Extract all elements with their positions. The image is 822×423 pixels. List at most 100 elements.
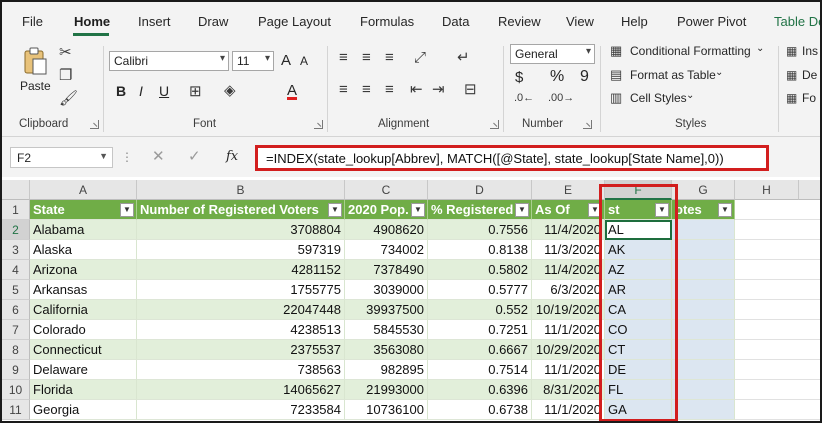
cell-notes[interactable]: [672, 280, 735, 300]
format-painter-icon[interactable]: 🖌: [59, 91, 78, 107]
cell-as-of[interactable]: 11/1/2020: [532, 320, 605, 340]
cell-empty[interactable]: [735, 320, 820, 340]
cell-state[interactable]: Connecticut: [30, 340, 137, 360]
cell-registered-voters[interactable]: 22047448: [137, 300, 345, 320]
cell-population[interactable]: 3563080: [345, 340, 428, 360]
cell-as-of[interactable]: 8/31/2020: [532, 380, 605, 400]
cell-empty[interactable]: [735, 400, 820, 420]
column-header-h[interactable]: H: [735, 180, 799, 200]
column-header-e[interactable]: E: [532, 180, 605, 200]
tab-home[interactable]: Home: [74, 14, 110, 29]
conditional-formatting-button[interactable]: Conditional Formatting: [630, 44, 751, 58]
table-header-as-of[interactable]: As Of ▼: [532, 200, 605, 220]
row-header[interactable]: 10: [2, 380, 30, 400]
align-right-icon[interactable]: ≡: [385, 82, 394, 98]
cell-notes[interactable]: [672, 260, 735, 280]
cell-population[interactable]: 5845530: [345, 320, 428, 340]
cancel-icon[interactable]: ✕: [152, 149, 165, 165]
row-header[interactable]: 2: [2, 220, 30, 240]
row-header[interactable]: 8: [2, 340, 30, 360]
cell-as-of[interactable]: 11/1/2020: [532, 360, 605, 380]
cell-registered-voters[interactable]: 4238513: [137, 320, 345, 340]
currency-format-button[interactable]: $: [515, 69, 523, 86]
cell-percent-registered[interactable]: 0.6396: [428, 380, 532, 400]
cell-state[interactable]: Delaware: [30, 360, 137, 380]
paste-icon[interactable]: [22, 46, 48, 78]
cell-percent-registered[interactable]: 0.552: [428, 300, 532, 320]
cell-as-of[interactable]: 11/3/2020: [532, 240, 605, 260]
tab-file[interactable]: File: [22, 14, 43, 29]
cell-percent-registered[interactable]: 0.7556: [428, 220, 532, 240]
cell-percent-registered[interactable]: 0.7514: [428, 360, 532, 380]
align-left-icon[interactable]: ≡: [339, 82, 348, 98]
cell-notes[interactable]: [672, 360, 735, 380]
row-header[interactable]: 3: [2, 240, 30, 260]
format-cells-button[interactable]: Fo: [802, 91, 816, 105]
column-header-c[interactable]: C: [345, 180, 428, 200]
decrease-decimal-icon[interactable]: .00→: [548, 90, 574, 106]
select-all-corner[interactable]: [2, 180, 30, 200]
underline-button[interactable]: U: [159, 83, 169, 99]
row-header[interactable]: 5: [2, 280, 30, 300]
column-header-b[interactable]: B: [137, 180, 345, 200]
row-header[interactable]: 6: [2, 300, 30, 320]
align-middle-icon[interactable]: ≡: [362, 50, 371, 66]
cell-percent-registered[interactable]: 0.5777: [428, 280, 532, 300]
tab-draw[interactable]: Draw: [198, 14, 228, 29]
tab-page-layout[interactable]: Page Layout: [258, 14, 331, 29]
cell-registered-voters[interactable]: 1755775: [137, 280, 345, 300]
cell-as-of[interactable]: 10/19/2020: [532, 300, 605, 320]
cell-notes[interactable]: [672, 240, 735, 260]
cell-registered-voters[interactable]: 2375537: [137, 340, 345, 360]
fill-color-icon[interactable]: ◈: [224, 83, 236, 99]
cell-population[interactable]: 7378490: [345, 260, 428, 280]
cell-percent-registered[interactable]: 0.8138: [428, 240, 532, 260]
increase-indent-icon[interactable]: ⇥: [432, 82, 445, 98]
font-launcher-icon[interactable]: [314, 120, 323, 129]
cut-icon[interactable]: ✂: [59, 45, 72, 61]
percent-format-button[interactable]: %: [550, 68, 564, 86]
cell-state[interactable]: Alaska: [30, 240, 137, 260]
copy-icon[interactable]: ❐: [59, 68, 72, 84]
number-format-select[interactable]: General ▾: [510, 44, 595, 64]
italic-button[interactable]: I: [139, 83, 143, 99]
cell-as-of[interactable]: 11/4/2020: [532, 220, 605, 240]
comma-format-button[interactable]: 9: [580, 68, 589, 86]
paste-label[interactable]: Paste: [20, 79, 51, 93]
alignment-launcher-icon[interactable]: [490, 120, 499, 129]
font-color-button[interactable]: A: [287, 82, 297, 99]
cell-registered-voters[interactable]: 738563: [137, 360, 345, 380]
column-header-i[interactable]: [799, 180, 820, 200]
table-header-percent-registered[interactable]: % Registered ▼: [428, 200, 532, 220]
decrease-indent-icon[interactable]: ⇤: [410, 82, 423, 98]
enter-check-icon[interactable]: ✓: [188, 149, 201, 165]
cell-empty[interactable]: [735, 300, 820, 320]
cell-as-of[interactable]: 11/1/2020: [532, 400, 605, 420]
cell-population[interactable]: 10736100: [345, 400, 428, 420]
tab-formulas[interactable]: Formulas: [360, 14, 414, 29]
merge-center-icon[interactable]: ⊟: [464, 82, 477, 98]
font-size-select[interactable]: 11 ▾: [232, 51, 274, 71]
cell-empty[interactable]: [735, 340, 820, 360]
filter-dropdown-icon[interactable]: ▼: [120, 203, 134, 217]
cell-as-of[interactable]: 10/29/2020: [532, 340, 605, 360]
cell-population[interactable]: 21993000: [345, 380, 428, 400]
column-header-d[interactable]: D: [428, 180, 532, 200]
row-header[interactable]: 11: [2, 400, 30, 420]
cell-empty[interactable]: [735, 200, 820, 220]
format-as-table-button[interactable]: Format as Table: [630, 68, 716, 82]
cell-empty[interactable]: [735, 220, 820, 240]
filter-dropdown-icon[interactable]: ▼: [515, 203, 529, 217]
cell-percent-registered[interactable]: 0.7251: [428, 320, 532, 340]
increase-decimal-icon[interactable]: .0←: [514, 90, 534, 106]
cell-notes[interactable]: [672, 220, 735, 240]
cell-empty[interactable]: [735, 240, 820, 260]
orientation-icon[interactable]: ⤢: [414, 50, 426, 66]
cell-empty[interactable]: [735, 380, 820, 400]
cell-population[interactable]: 734002: [345, 240, 428, 260]
table-header-registered-voters[interactable]: Number of Registered Voters ▼: [137, 200, 345, 220]
row-header[interactable]: 9: [2, 360, 30, 380]
cell-state[interactable]: California: [30, 300, 137, 320]
align-top-icon[interactable]: ≡: [339, 50, 348, 66]
cell-percent-registered[interactable]: 0.6738: [428, 400, 532, 420]
